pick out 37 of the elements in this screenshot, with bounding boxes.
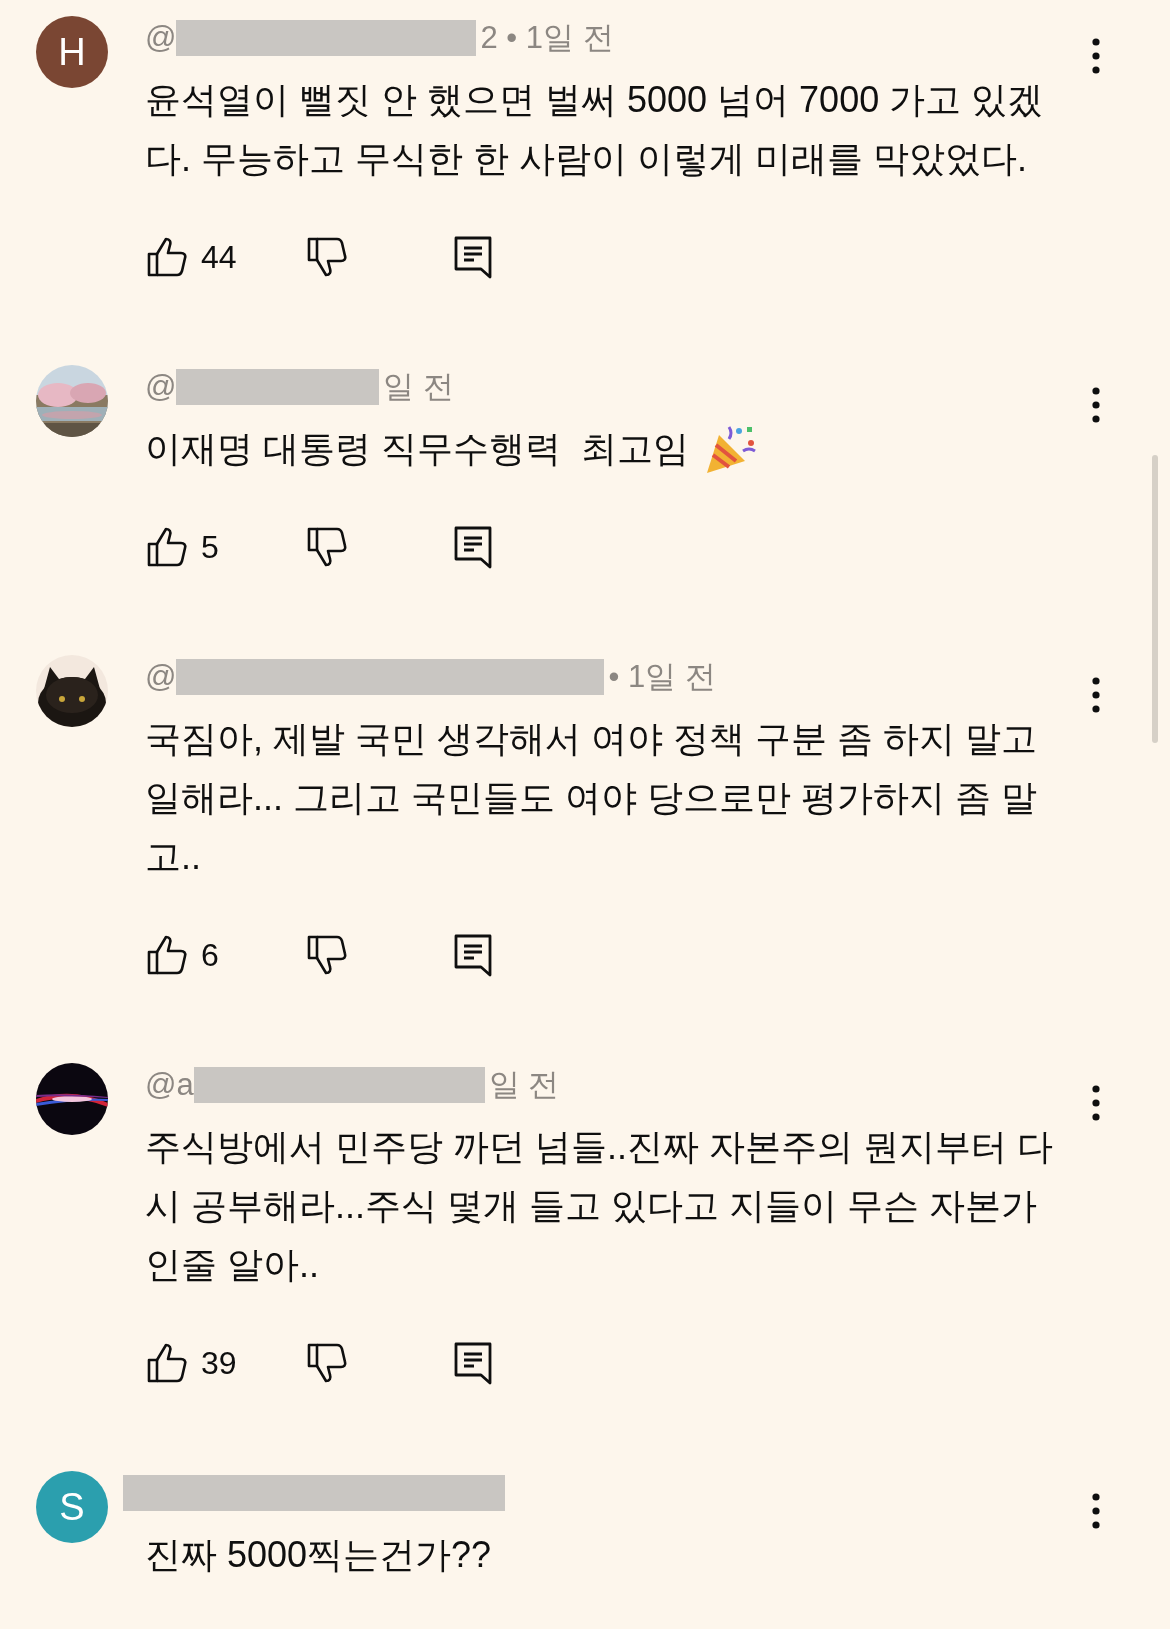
- author-handle[interactable]: @a: [145, 1061, 194, 1109]
- avatar[interactable]: S: [36, 1471, 108, 1543]
- thumbs-up-icon[interactable]: [145, 1341, 189, 1385]
- more-options-icon[interactable]: [1092, 677, 1100, 713]
- author-handle[interactable]: @: [145, 363, 177, 411]
- comment-time: 2 • 1일 전: [480, 18, 614, 57]
- reply-icon[interactable]: [453, 235, 493, 279]
- comment-text: 이재명 대통령 직무수행력 최고임: [145, 427, 689, 471]
- more-options-icon[interactable]: [1092, 1085, 1100, 1121]
- comment-time: 일 전: [383, 367, 455, 406]
- reply-icon[interactable]: [453, 1341, 493, 1385]
- more-options-icon[interactable]: [1092, 387, 1100, 423]
- avatar[interactable]: H: [36, 16, 108, 88]
- like-count: 6: [201, 936, 220, 975]
- author-handle[interactable]: @: [145, 653, 177, 701]
- thumbs-down-icon[interactable]: [305, 933, 349, 977]
- more-options-icon[interactable]: [1092, 38, 1100, 74]
- comment-text: 윤석열이 뻘짓 안 했으면 벌써 5000 넘어 7000 가고 있겠다. 무능하고 무식한 한 사람이 이렇게 미래를 막았었다.: [145, 78, 1045, 181]
- more-options-icon[interactable]: [1092, 1493, 1100, 1529]
- comment-time: 일 전: [488, 1065, 560, 1104]
- thumbs-down-icon[interactable]: [305, 1341, 349, 1385]
- thumbs-up-icon[interactable]: [145, 525, 189, 569]
- reply-icon[interactable]: [453, 525, 493, 569]
- reply-icon[interactable]: [453, 933, 493, 977]
- comment-text: 주식방에서 민주당 까던 넘들..진짜 자본주의 뭔지부터 다시 공부해라...주식 몇개 들고 있다고 지들이 무슨 자본가 인줄 알아..: [145, 1125, 1054, 1287]
- like-count: 39: [201, 1344, 238, 1383]
- comment-text: 국짐아, 제발 국민 생각해서 여야 정책 구분 좀 하지 말고 일해라... 그리고 국민들도 여야 당으로만 평가하지 좀 말고..: [145, 717, 1039, 879]
- thumbs-up-icon[interactable]: [145, 933, 189, 977]
- like-count: 44: [201, 238, 238, 277]
- thumbs-down-icon[interactable]: [305, 525, 349, 569]
- comment-time: • 1일 전: [608, 657, 716, 696]
- thumbs-down-icon[interactable]: [305, 235, 349, 279]
- scrollbar[interactable]: [1152, 455, 1158, 743]
- thumbs-up-icon[interactable]: [145, 235, 189, 279]
- like-count: 5: [201, 528, 220, 567]
- author-handle[interactable]: @: [145, 14, 177, 62]
- comment-text: 진짜 5000찍는건가??: [145, 1533, 492, 1577]
